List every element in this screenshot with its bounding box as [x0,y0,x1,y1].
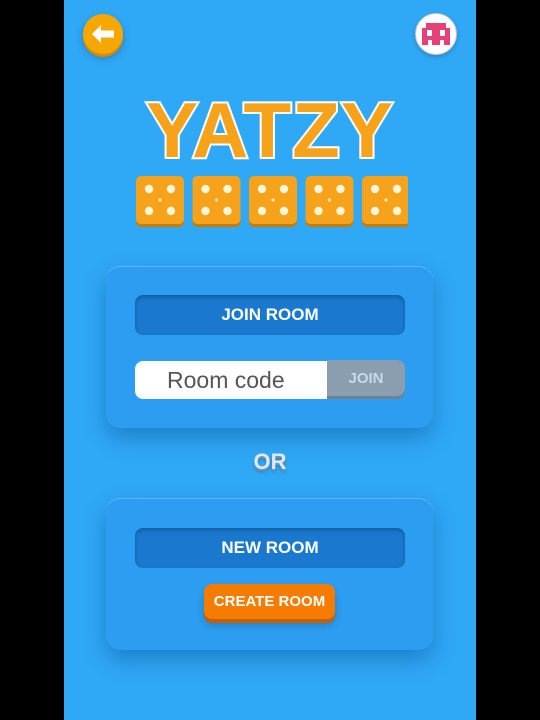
die-four-face-icon [192,176,241,227]
dice-row [136,176,408,227]
die-four-face-icon [136,176,184,227]
app-screen: YATZY JOIN ROOM JOIN OR NEW ROOM CREATE … [64,0,476,720]
back-button[interactable] [83,14,123,54]
new-room-label: NEW ROOM [135,528,405,568]
join-room-card: JOIN ROOM JOIN [106,266,433,428]
game-logo: YATZY [144,84,395,172]
profile-button[interactable] [415,13,457,55]
room-code-input[interactable] [135,361,327,399]
pixel-avatar-icon [422,23,450,45]
create-room-button[interactable]: CREATE ROOM [204,584,335,619]
arrow-left-icon [92,25,114,43]
die-four-face-icon [249,176,297,227]
die-four-face-icon [305,176,354,227]
or-divider: OR [253,449,287,474]
join-button[interactable]: JOIN [327,360,405,396]
game-title: YATZY [146,86,394,172]
die-four-face-icon [362,176,408,227]
join-room-label: JOIN ROOM [135,295,405,335]
new-room-card: NEW ROOM CREATE ROOM [106,498,433,650]
